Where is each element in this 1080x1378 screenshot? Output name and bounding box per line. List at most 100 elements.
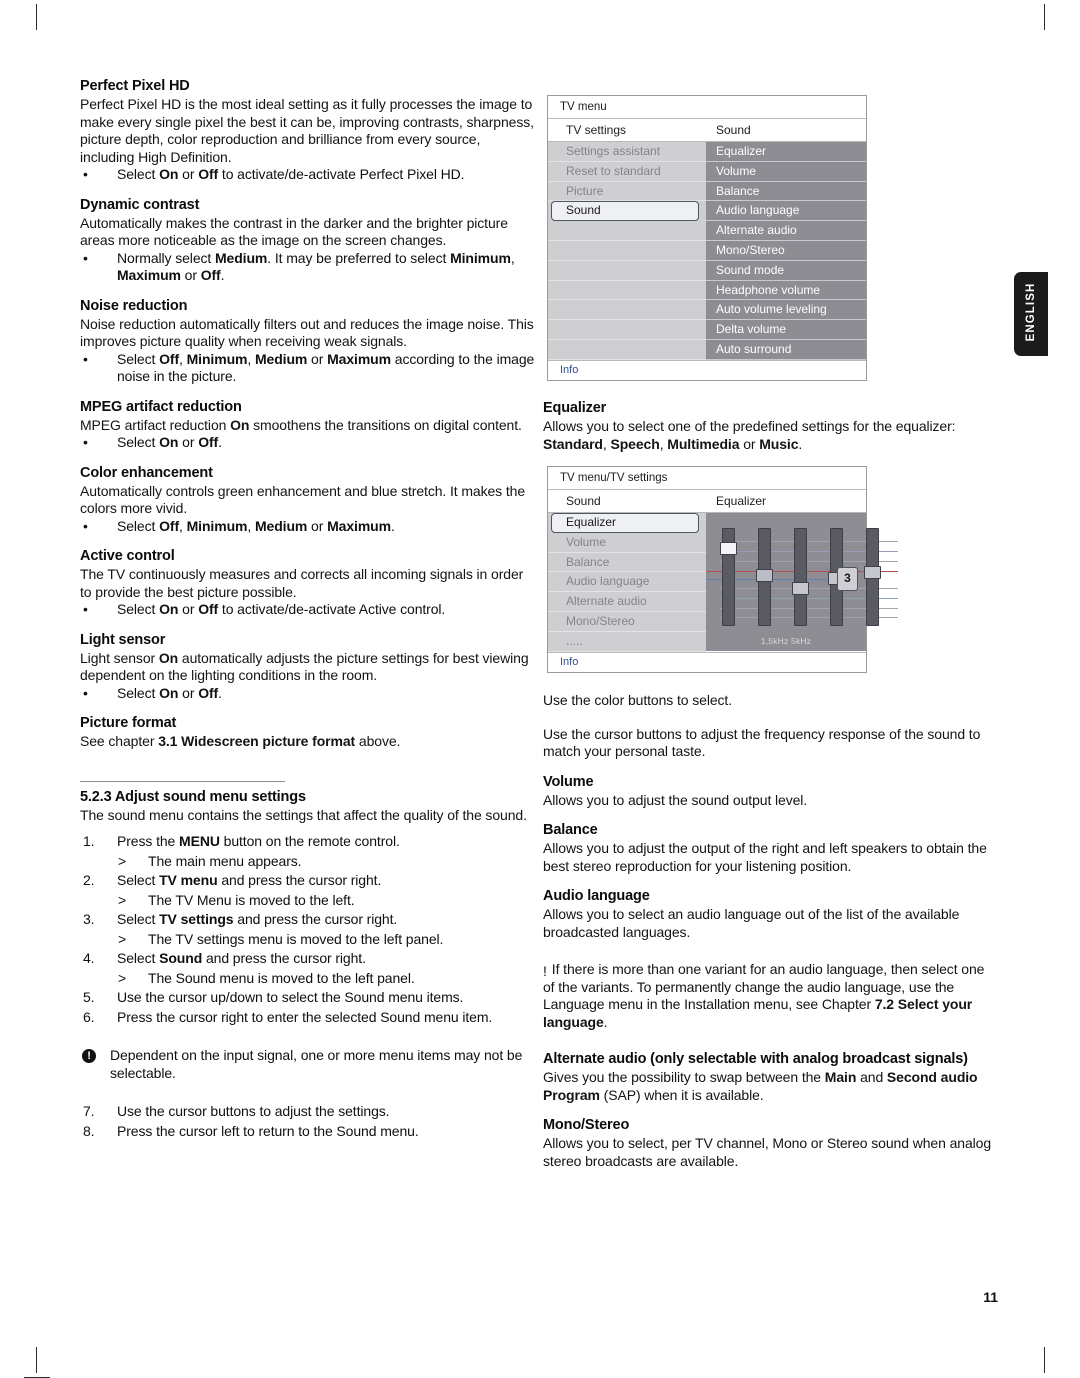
step-item: 5. Use the cursor up/down to select the S… — [83, 989, 464, 1005]
menu-item-blank — [548, 340, 706, 360]
heading-alternate-audio: Alternate audio (only selectable with an… — [543, 1051, 968, 1067]
menu-item-mono-stereo[interactable]: Mono/Stereo — [548, 612, 706, 632]
paragraph-active-control: The TV continuously measures and correct… — [80, 566, 524, 600]
menu-item-equalizer-selected[interactable]: Equalizer — [548, 513, 706, 533]
list-item: • Select Off, Minimum, Medium or Maximum. — [83, 517, 395, 534]
exclamation-icon: ! — [82, 1049, 96, 1063]
heading-color-enhancement: Color enhancement — [80, 464, 213, 481]
step-result: > The TV settings menu is moved to the le… — [80, 930, 535, 950]
heading-volume: Volume — [543, 773, 594, 790]
paragraph-alternate-audio: Gives you the possibility to swap betwee… — [543, 1069, 978, 1103]
osd-left-list: Equalizer Volume Balance Audio language … — [548, 513, 706, 652]
menu-item-sound-mode[interactable]: Sound mode — [706, 260, 866, 281]
list-item: • Select Off, Minimum, Medium or Maximum … — [83, 350, 535, 385]
menu-item-alternate-audio[interactable]: Alternate audio — [548, 592, 706, 612]
step-item: 4. Select Sound and press the cursor righ… — [83, 950, 366, 966]
note-text: Dependent on the input signal, one or mo… — [110, 1047, 523, 1081]
list-item: • Select On or Off. — [83, 434, 222, 450]
osd-col2-header: Sound — [716, 123, 751, 137]
menu-item-volume[interactable]: Volume — [548, 533, 706, 553]
paragraph-light-sensor: Light sensor On automatically adjusts th… — [80, 649, 529, 684]
bullets-color-enhancement: • Select Off, Minimum, Medium or Maximum. — [80, 518, 535, 536]
eq-slider-handle-3[interactable] — [792, 582, 809, 595]
crop-mark — [36, 1347, 37, 1373]
equalizer-sliders — [720, 528, 890, 626]
heading-audio-language: Audio language — [543, 888, 650, 904]
menu-item-alternate-audio[interactable]: Alternate audio — [706, 221, 866, 241]
paragraph-adjust-sound-menu-settings: The sound menu contains the settings tha… — [80, 806, 527, 823]
selected-highlight[interactable]: Sound — [551, 201, 699, 222]
menu-item-auto-surround[interactable]: Auto surround — [706, 339, 866, 360]
paragraph-noise-reduction: Noise reduction automatically filters ou… — [80, 315, 534, 350]
menu-item-picture[interactable]: Picture — [548, 182, 706, 202]
bullets-noise-reduction: • Select Off, Minimum, Medium or Maximum … — [80, 351, 535, 386]
osd-title: TV menu/TV settings — [548, 467, 866, 490]
eq-slider-handle-2[interactable] — [756, 569, 773, 582]
eq-slider-handle-5[interactable] — [864, 566, 881, 579]
equalizer-screenshot: TV menu/TV settings Sound Equalizer Equa… — [547, 466, 898, 673]
crop-mark — [1044, 4, 1045, 30]
menu-item-sound-selected[interactable]: Sound — [548, 201, 706, 222]
heading-balance: Balance — [543, 822, 598, 838]
step-item: 3. Select TV settings and press the curso… — [83, 911, 398, 927]
eq-slider-handle-1[interactable] — [720, 542, 737, 555]
result-arrow: > — [118, 930, 127, 947]
list-item: • Select On or Off to activate/de-activat… — [83, 601, 446, 617]
left-column: Perfect Pixel HD Perfect Pixel HD is the… — [80, 78, 535, 1141]
paragraph-balance: Allows you to adjust the output of the r… — [543, 840, 987, 874]
note-callout: ! Dependent on the input signal, one or … — [80, 1047, 535, 1082]
eq-value-box: 3 — [837, 567, 858, 591]
heading-active-control: Active control — [80, 548, 175, 564]
selected-highlight[interactable]: Equalizer — [551, 513, 699, 533]
bullets-active-control: • Select On or Off to activate/de-activat… — [80, 601, 535, 619]
note-text: If there is more than one variant for an… — [543, 961, 985, 1030]
menu-item-mono-stereo[interactable]: Mono/Stereo — [706, 240, 866, 261]
osd-info-bar[interactable]: Info — [548, 359, 866, 380]
heading-dynamic-contrast: Dynamic contrast — [80, 196, 200, 213]
menu-item-auto-volume-leveling[interactable]: Auto volume leveling — [706, 300, 866, 321]
menu-item-headphone-volume[interactable]: Headphone volume — [706, 280, 866, 301]
language-tab-label: ENGLISH — [1025, 282, 1037, 342]
menu-item-audio-language[interactable]: Audio language — [706, 201, 866, 222]
menu-item-delta-volume[interactable]: Delta volume — [706, 320, 866, 340]
bullet-dot: • — [83, 350, 88, 367]
menu-item-volume[interactable]: Volume — [706, 161, 866, 182]
paragraph-volume: Allows you to adjust the sound output le… — [543, 791, 808, 808]
menu-item-blank — [548, 221, 706, 241]
menu-item-more[interactable]: ..... — [548, 632, 706, 652]
steps-list: 1. Press the MENU button on the remote co… — [80, 832, 535, 1027]
menu-item-blank — [548, 281, 706, 301]
osd-info-bar[interactable]: Info — [548, 651, 866, 672]
bullet-dot: • — [83, 684, 88, 701]
paragraph-equalizer: Allows you to select one of the predefin… — [543, 418, 956, 452]
result-arrow: > — [118, 852, 127, 869]
menu-item-blank — [548, 241, 706, 261]
menu-item-reset-to-standard[interactable]: Reset to standard — [548, 162, 706, 182]
paragraph-mpeg-artifact-reduction: MPEG artifact reduction On smoothens the… — [80, 416, 522, 433]
equalizer-panel: 3 1,5kHz 5kHz — [706, 513, 898, 651]
menu-item-settings-assistant[interactable]: Settings assistant — [548, 142, 706, 162]
paragraph-audio-language: Allows you to select an audio language o… — [543, 906, 960, 940]
step-result: > The Sound menu is moved to the left pan… — [80, 969, 535, 989]
list-item: • Normally select Medium. It may be prefe… — [83, 249, 515, 284]
paragraph-color-enhancement: Automatically controls green enhancement… — [80, 482, 526, 517]
step-item: 1. Press the MENU button on the remote co… — [83, 833, 400, 849]
language-tab: ENGLISH — [1014, 272, 1048, 356]
osd-col1-header: Sound — [566, 494, 601, 508]
eq-slider-track-3[interactable] — [794, 528, 807, 626]
menu-item-balance[interactable]: Balance — [548, 553, 706, 573]
menu-item-balance[interactable]: Balance — [706, 181, 866, 202]
paragraph-color-buttons: Use the color buttons to select. — [543, 692, 733, 708]
manual-page: ENGLISH Perfect Pixel HD Perfect Pixel H… — [0, 0, 1080, 1378]
page-number: 11 — [983, 1289, 998, 1305]
menu-item-equalizer[interactable]: Equalizer — [706, 142, 866, 162]
osd-right-list: Equalizer Volume Balance Audio language … — [706, 142, 866, 360]
paragraph-picture-format: See chapter 3.1 Widescreen picture forma… — [80, 733, 401, 749]
bullet-dot: • — [83, 434, 88, 450]
menu-item-blank — [548, 300, 706, 321]
bullet-dot: • — [83, 517, 88, 534]
menu-item-audio-language[interactable]: Audio language — [548, 572, 706, 593]
bullets-dynamic-contrast: • Normally select Medium. It may be prefe… — [80, 250, 535, 285]
paragraph-dynamic-contrast: Automatically makes the contrast in the … — [80, 214, 508, 249]
crop-mark — [1044, 1347, 1045, 1373]
